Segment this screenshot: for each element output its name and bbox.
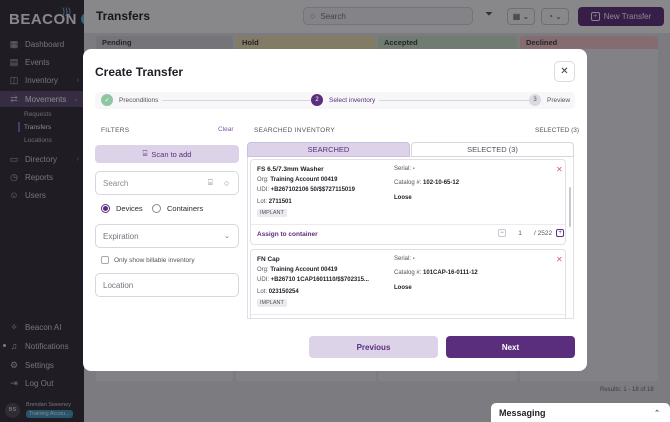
- step-label: Preview: [547, 96, 571, 104]
- quantity-max: / 2522: [534, 229, 553, 237]
- item-org: Org: Training Account 00419: [257, 267, 338, 273]
- filters-heading: FILTERS: [101, 127, 130, 134]
- item-name: FS 6.5/7.3mm Washer: [257, 166, 324, 173]
- step-label: Preconditions: [119, 96, 159, 104]
- item-name: FN Cap: [257, 256, 280, 263]
- minus-icon[interactable]: −: [498, 229, 506, 237]
- chevron-up-icon: ⌃: [654, 409, 660, 417]
- card-divider: [251, 314, 565, 315]
- assign-to-container-link[interactable]: Assign to container: [257, 231, 318, 238]
- step-label: Select inventory: [329, 96, 376, 104]
- close-button[interactable]: ✕: [554, 61, 575, 82]
- inventory-search-input[interactable]: Search ⌸ ○: [95, 171, 239, 195]
- inventory-results-list[interactable]: FS 6.5/7.3mm Washer Org: Training Accoun…: [247, 157, 574, 319]
- radio-label: Devices: [116, 204, 143, 213]
- search-icon[interactable]: ○: [224, 178, 229, 188]
- remove-icon[interactable]: ✕: [556, 165, 563, 174]
- stepper: ✓ Preconditions 2 Select inventory 3 Pre…: [95, 92, 575, 109]
- billable-label: Only show billable inventory: [114, 256, 195, 264]
- item-catalog: Catalog #: 101CAP-16-0111-12: [394, 270, 478, 276]
- step-preview[interactable]: 3 Preview: [529, 94, 575, 106]
- item-status: Loose: [394, 285, 412, 291]
- inventory-card[interactable]: FN Cap Org: Training Account 00419 UDI: …: [250, 249, 566, 318]
- clear-filters-link[interactable]: Clear: [218, 126, 234, 133]
- location-placeholder: Location: [103, 280, 134, 290]
- billable-checkbox[interactable]: [101, 256, 109, 264]
- radio-label: Containers: [167, 204, 204, 213]
- item-org: Org: Training Account 00419: [257, 177, 338, 183]
- expiration-select[interactable]: Expiration ⌄: [95, 224, 239, 248]
- item-catalog: Catalog #: 102-10-65-12: [394, 180, 460, 186]
- search-placeholder: Search: [103, 178, 129, 188]
- radio-button[interactable]: [101, 204, 110, 213]
- messaging-panel[interactable]: Messaging ⌃: [491, 403, 670, 422]
- modal-title: Create Transfer: [95, 65, 184, 79]
- plus-icon[interactable]: +: [556, 229, 565, 237]
- check-icon: ✓: [101, 94, 113, 106]
- step-number: 3: [529, 94, 541, 106]
- implant-badge: IMPLANT: [257, 299, 287, 307]
- radio-button[interactable]: [152, 204, 161, 213]
- chevron-down-icon: ⌄: [224, 233, 230, 240]
- radio-containers[interactable]: Containers: [152, 204, 203, 213]
- item-lot: Lot: 2711501: [257, 199, 292, 205]
- radio-devices[interactable]: Devices: [101, 204, 143, 213]
- item-serial: Serial: -: [394, 256, 415, 262]
- messaging-label: Messaging: [499, 407, 546, 418]
- barcode-scan-icon[interactable]: ⌸: [208, 178, 213, 188]
- quantity-value[interactable]: 1: [506, 230, 534, 237]
- scan-label: Scan to add: [151, 149, 192, 159]
- scrollbar[interactable]: [569, 187, 571, 227]
- step-number: 2: [311, 94, 323, 106]
- step-select-inventory[interactable]: 2 Select inventory: [311, 94, 380, 106]
- searched-inventory-heading: SEARCHED INVENTORY: [254, 127, 336, 134]
- create-transfer-modal: Create Transfer ✕ ✓ Preconditions 2 Sele…: [83, 49, 587, 371]
- remove-icon[interactable]: ✕: [556, 255, 563, 264]
- step-preconditions[interactable]: ✓ Preconditions: [101, 94, 163, 106]
- selected-count: SELECTED (3): [535, 127, 580, 134]
- billable-checkbox-row[interactable]: Only show billable inventory: [101, 256, 195, 264]
- item-lot: Lot: 023150254: [257, 289, 299, 295]
- card-divider: [251, 224, 565, 225]
- previous-button[interactable]: Previous: [309, 336, 438, 358]
- location-input[interactable]: Location: [95, 273, 239, 297]
- quantity-stepper[interactable]: − 1 / 2522 +: [498, 229, 565, 237]
- scan-icon: ⌸: [142, 149, 148, 158]
- next-button[interactable]: Next: [446, 336, 575, 358]
- item-status: Loose: [394, 195, 412, 201]
- inventory-card[interactable]: FS 6.5/7.3mm Washer Org: Training Accoun…: [250, 159, 566, 245]
- item-udi: UDI: +B267102106 50/$$727115019: [257, 187, 355, 193]
- tab-selected[interactable]: SELECTED (3): [411, 142, 574, 157]
- item-serial: Serial: -: [394, 166, 415, 172]
- tab-searched[interactable]: SEARCHED: [247, 142, 410, 157]
- implant-badge: IMPLANT: [257, 209, 287, 217]
- close-icon: ✕: [560, 66, 569, 77]
- item-udi: UDI: +B26710 1CAP1601110/$$702315...: [257, 277, 369, 283]
- expiration-placeholder: Expiration: [103, 231, 139, 241]
- scan-to-add-button[interactable]: ⌸ Scan to add: [95, 145, 239, 163]
